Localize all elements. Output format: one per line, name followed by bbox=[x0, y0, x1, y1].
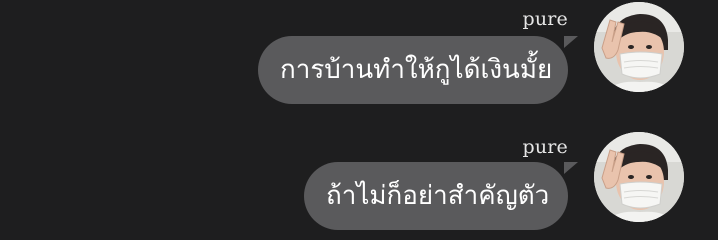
sender-name: pure bbox=[522, 8, 568, 30]
message-text: การบ้านทำให้กูได้เงินมั้ย bbox=[280, 55, 553, 85]
user-avatar-icon[interactable] bbox=[594, 2, 684, 92]
message-bubble[interactable]: ถ้าไม่ก็อย่าสำคัญตัว bbox=[304, 162, 578, 230]
user-avatar-icon[interactable] bbox=[594, 132, 684, 222]
chat-thread: pure การบ้านทำให้กูได้เงินมั้ย pure ถ้าไ… bbox=[0, 0, 718, 240]
chat-message: pure การบ้านทำให้กูได้เงินมั้ย bbox=[0, 0, 718, 110]
sender-name: pure bbox=[522, 136, 568, 158]
chat-message: pure ถ้าไม่ก็อย่าสำคัญตัว bbox=[0, 128, 718, 238]
message-text: ถ้าไม่ก็อย่าสำคัญตัว bbox=[326, 181, 550, 211]
message-bubble[interactable]: การบ้านทำให้กูได้เงินมั้ย bbox=[258, 36, 578, 104]
